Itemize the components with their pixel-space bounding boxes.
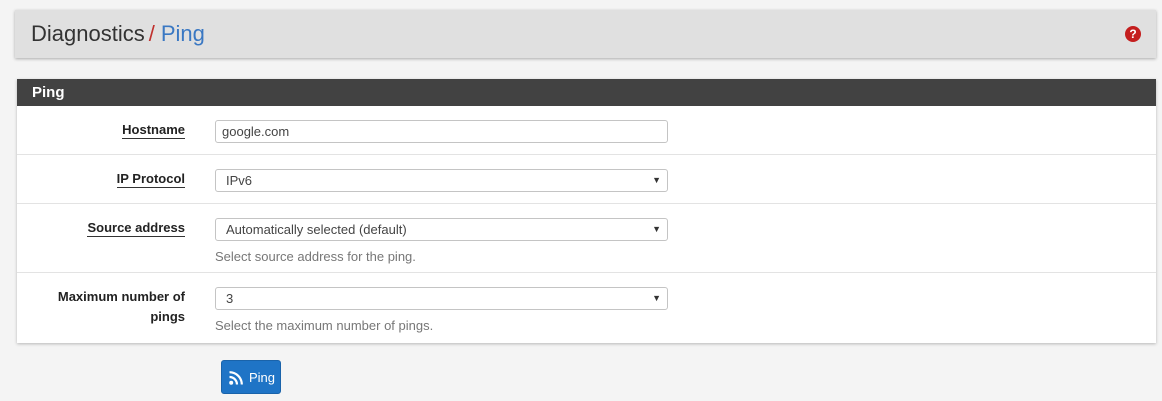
form-row-source-address: Source address Automatically selected (d… xyxy=(17,204,1156,273)
hostname-label: Hostname xyxy=(122,122,185,139)
chevron-down-icon: ▼ xyxy=(652,224,661,234)
source-address-help: Select source address for the ping. xyxy=(215,249,416,264)
breadcrumb-current[interactable]: Ping xyxy=(161,21,205,46)
breadcrumb-bar: Diagnostics / Ping ? xyxy=(15,10,1156,58)
breadcrumb-root[interactable]: Diagnostics xyxy=(31,21,145,46)
ping-button-label: Ping xyxy=(249,370,276,385)
form-row-hostname: Hostname google.com xyxy=(17,106,1156,155)
max-pings-label: Maximum number of pings xyxy=(57,289,185,324)
ip-protocol-label: IP Protocol xyxy=(116,171,185,188)
hostname-input[interactable]: google.com xyxy=(215,120,668,143)
chevron-down-icon: ▼ xyxy=(652,293,661,303)
source-address-value: Automatically selected (default) xyxy=(226,222,407,237)
ping-panel: Ping Hostname google.com IP Protocol IPv… xyxy=(17,79,1156,343)
max-pings-select[interactable]: 3 ▼ xyxy=(215,287,668,310)
question-icon[interactable]: ? xyxy=(1125,26,1141,42)
max-pings-help: Select the maximum number of pings. xyxy=(215,318,434,333)
max-pings-value: 3 xyxy=(226,291,234,306)
ping-button[interactable]: Ping xyxy=(221,360,281,394)
source-address-select[interactable]: Automatically selected (default) ▼ xyxy=(215,218,668,241)
form-row-ip-protocol: IP Protocol IPv6 ▼ xyxy=(17,155,1156,204)
breadcrumb-separator: / xyxy=(148,21,155,46)
panel-title: Ping xyxy=(17,79,1156,106)
ip-protocol-select[interactable]: IPv6 ▼ xyxy=(215,169,668,192)
form-row-max-pings: Maximum number of pings 3 ▼ Select the m… xyxy=(17,273,1156,343)
source-address-label: Source address xyxy=(87,220,185,237)
ip-protocol-value: IPv6 xyxy=(226,173,253,188)
hostname-value: google.com xyxy=(222,124,290,139)
rss-icon xyxy=(229,371,243,385)
chevron-down-icon: ▼ xyxy=(652,175,661,185)
breadcrumb: Diagnostics / Ping xyxy=(31,21,205,47)
